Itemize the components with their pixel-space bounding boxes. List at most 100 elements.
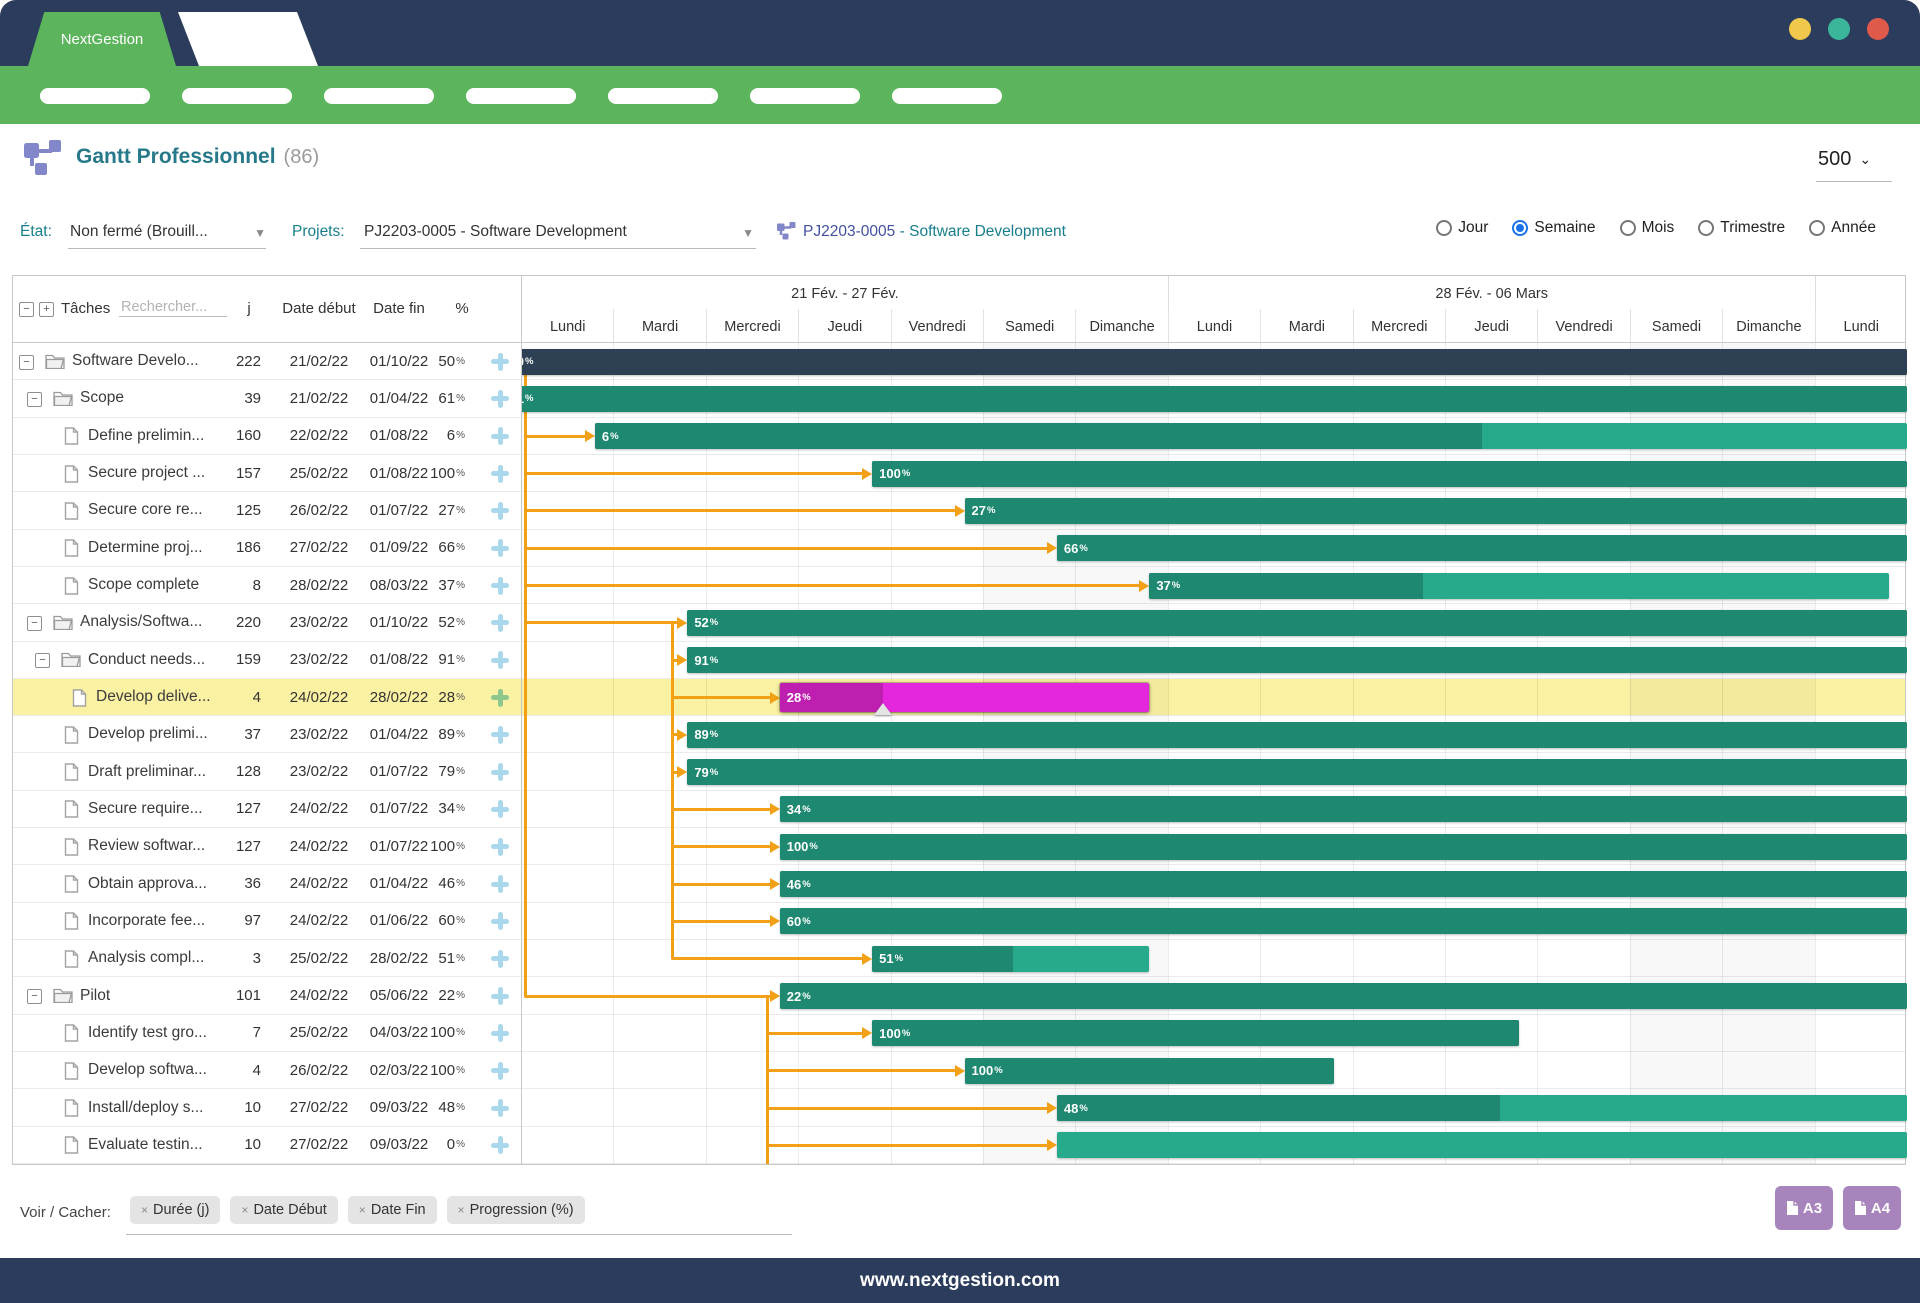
add-subtask-button[interactable]	[491, 912, 509, 930]
gantt-bar[interactable]: 66%	[1057, 535, 1907, 561]
gantt-day-header: Samedi	[1630, 309, 1722, 343]
gantt-bar[interactable]: 48%	[1057, 1095, 1907, 1121]
add-subtask-button[interactable]	[491, 465, 509, 483]
nav-pill[interactable]	[40, 88, 150, 104]
nav-pill[interactable]	[324, 88, 434, 104]
window-maximize-button[interactable]	[1828, 18, 1850, 40]
gantt-bar[interactable]: 22%	[780, 983, 1907, 1009]
add-subtask-button[interactable]	[491, 502, 509, 520]
gantt-bar[interactable]: 27%	[965, 498, 1907, 524]
add-subtask-button[interactable]	[491, 1099, 509, 1117]
filter-tag[interactable]: ×Durée (j)	[130, 1196, 220, 1224]
tag-remove-icon[interactable]: ×	[241, 1203, 248, 1217]
window-minimize-button[interactable]	[1789, 18, 1811, 40]
nav-pill[interactable]	[750, 88, 860, 104]
gantt-bar[interactable]: 79%	[687, 759, 1907, 785]
gantt-bar[interactable]: 34%	[780, 796, 1907, 822]
secondary-tab[interactable]	[178, 12, 318, 66]
page-size-select[interactable]: 500 ⌄	[1818, 148, 1871, 171]
gantt-bar[interactable]: 51%	[872, 946, 1149, 972]
nav-pill[interactable]	[608, 88, 718, 104]
view-radio-année[interactable]: Année	[1809, 219, 1876, 237]
view-radio-semaine[interactable]: Semaine	[1512, 219, 1595, 237]
expand-toggle[interactable]: −	[27, 616, 42, 631]
task-search-input[interactable]	[119, 298, 227, 317]
export-a3-button[interactable]: A3	[1775, 1186, 1833, 1230]
add-subtask-button[interactable]	[491, 950, 509, 968]
add-subtask-button[interactable]	[491, 987, 509, 1005]
nav-pill[interactable]	[182, 88, 292, 104]
gantt-bar[interactable]: 91%	[687, 647, 1907, 673]
task-duration: 8	[211, 567, 261, 603]
expand-toggle[interactable]: −	[27, 392, 42, 407]
tag-remove-icon[interactable]: ×	[141, 1203, 148, 1217]
gantt-bar[interactable]: 6%	[595, 423, 1907, 449]
gantt-bar[interactable]: 37%	[1149, 573, 1888, 599]
add-subtask-button[interactable]	[491, 390, 509, 408]
gantt-bar[interactable]: 52%	[687, 610, 1907, 636]
gantt-bar[interactable]	[1057, 1132, 1907, 1158]
add-subtask-button[interactable]	[491, 726, 509, 744]
export-a4-button[interactable]: A4	[1843, 1186, 1901, 1230]
add-subtask-button[interactable]	[491, 539, 509, 557]
gantt-bar[interactable]: 46%	[780, 871, 1907, 897]
gantt-bar[interactable]: 89%	[687, 722, 1907, 748]
add-subtask-button[interactable]	[491, 614, 509, 632]
filter-tag[interactable]: ×Date Fin	[348, 1196, 437, 1224]
gantt-bar[interactable]: 61%	[521, 386, 1907, 412]
expand-all-button[interactable]: +	[39, 302, 54, 317]
gantt-bar-fill	[780, 908, 1907, 934]
add-subtask-button[interactable]	[491, 427, 509, 445]
collapse-all-button[interactable]: −	[19, 302, 34, 317]
add-subtask-button[interactable]	[491, 689, 509, 707]
gantt-day-header: Dimanche	[1075, 309, 1167, 343]
task-progress-value: %	[456, 766, 465, 777]
task-progress-value: 60	[438, 912, 455, 929]
gantt-bar[interactable]: 100%	[780, 834, 1907, 860]
add-subtask-button[interactable]	[491, 875, 509, 893]
dependency-arrow	[524, 472, 869, 475]
gantt-bar[interactable]: 100%	[965, 1058, 1335, 1084]
projet-select[interactable]: PJ2203-0005 - Software Development ▼	[364, 223, 754, 241]
gantt-day-header: Vendredi	[1537, 309, 1629, 343]
site-footer: www.nextgestion.com	[0, 1258, 1920, 1303]
window-close-button[interactable]	[1867, 18, 1889, 40]
brand-tab[interactable]: NextGestion	[28, 12, 176, 66]
add-subtask-button[interactable]	[491, 577, 509, 595]
tag-remove-icon[interactable]: ×	[359, 1203, 366, 1217]
bar-label-number: 89	[694, 727, 708, 742]
document-icon	[64, 726, 79, 749]
gantt-bar[interactable]: 50%	[521, 349, 1907, 375]
filter-tag[interactable]: ×Date Début	[230, 1196, 337, 1224]
add-subtask-button[interactable]	[491, 1024, 509, 1042]
gantt-bar[interactable]: 100%	[872, 1020, 1519, 1046]
progress-handle[interactable]	[874, 703, 892, 715]
view-radio-trimestre[interactable]: Trimestre	[1698, 219, 1785, 237]
add-subtask-button[interactable]	[491, 651, 509, 669]
project-link[interactable]: PJ2203-0005 - Software Development	[803, 223, 1066, 241]
nav-pill[interactable]	[892, 88, 1002, 104]
end-column-header: Date fin	[359, 300, 439, 317]
gantt-bar[interactable]: 100%	[872, 461, 1907, 487]
view-radio-jour[interactable]: Jour	[1436, 219, 1488, 237]
add-subtask-button[interactable]	[491, 800, 509, 818]
add-subtask-button[interactable]	[491, 353, 509, 371]
nav-pill[interactable]	[466, 88, 576, 104]
gantt-bar[interactable]: 60%	[780, 908, 1907, 934]
tag-remove-icon[interactable]: ×	[458, 1203, 465, 1217]
add-subtask-button[interactable]	[491, 1136, 509, 1154]
expand-toggle[interactable]: −	[27, 989, 42, 1004]
expand-toggle[interactable]: −	[19, 355, 34, 370]
view-radio-mois[interactable]: Mois	[1620, 219, 1675, 237]
radio-icon	[1698, 220, 1714, 236]
expand-toggle[interactable]: −	[35, 653, 50, 668]
etat-select[interactable]: Non fermé (Brouill... ▼	[70, 223, 266, 241]
add-subtask-button[interactable]	[491, 1062, 509, 1080]
gantt-bar[interactable]: 28%	[780, 683, 1150, 712]
gantt-day-header: Mardi	[1260, 309, 1352, 343]
filter-tag[interactable]: ×Progression (%)	[447, 1196, 585, 1224]
dependency-arrow	[524, 547, 1054, 550]
add-subtask-button[interactable]	[491, 838, 509, 856]
projet-underline	[360, 248, 756, 249]
add-subtask-button[interactable]	[491, 763, 509, 781]
